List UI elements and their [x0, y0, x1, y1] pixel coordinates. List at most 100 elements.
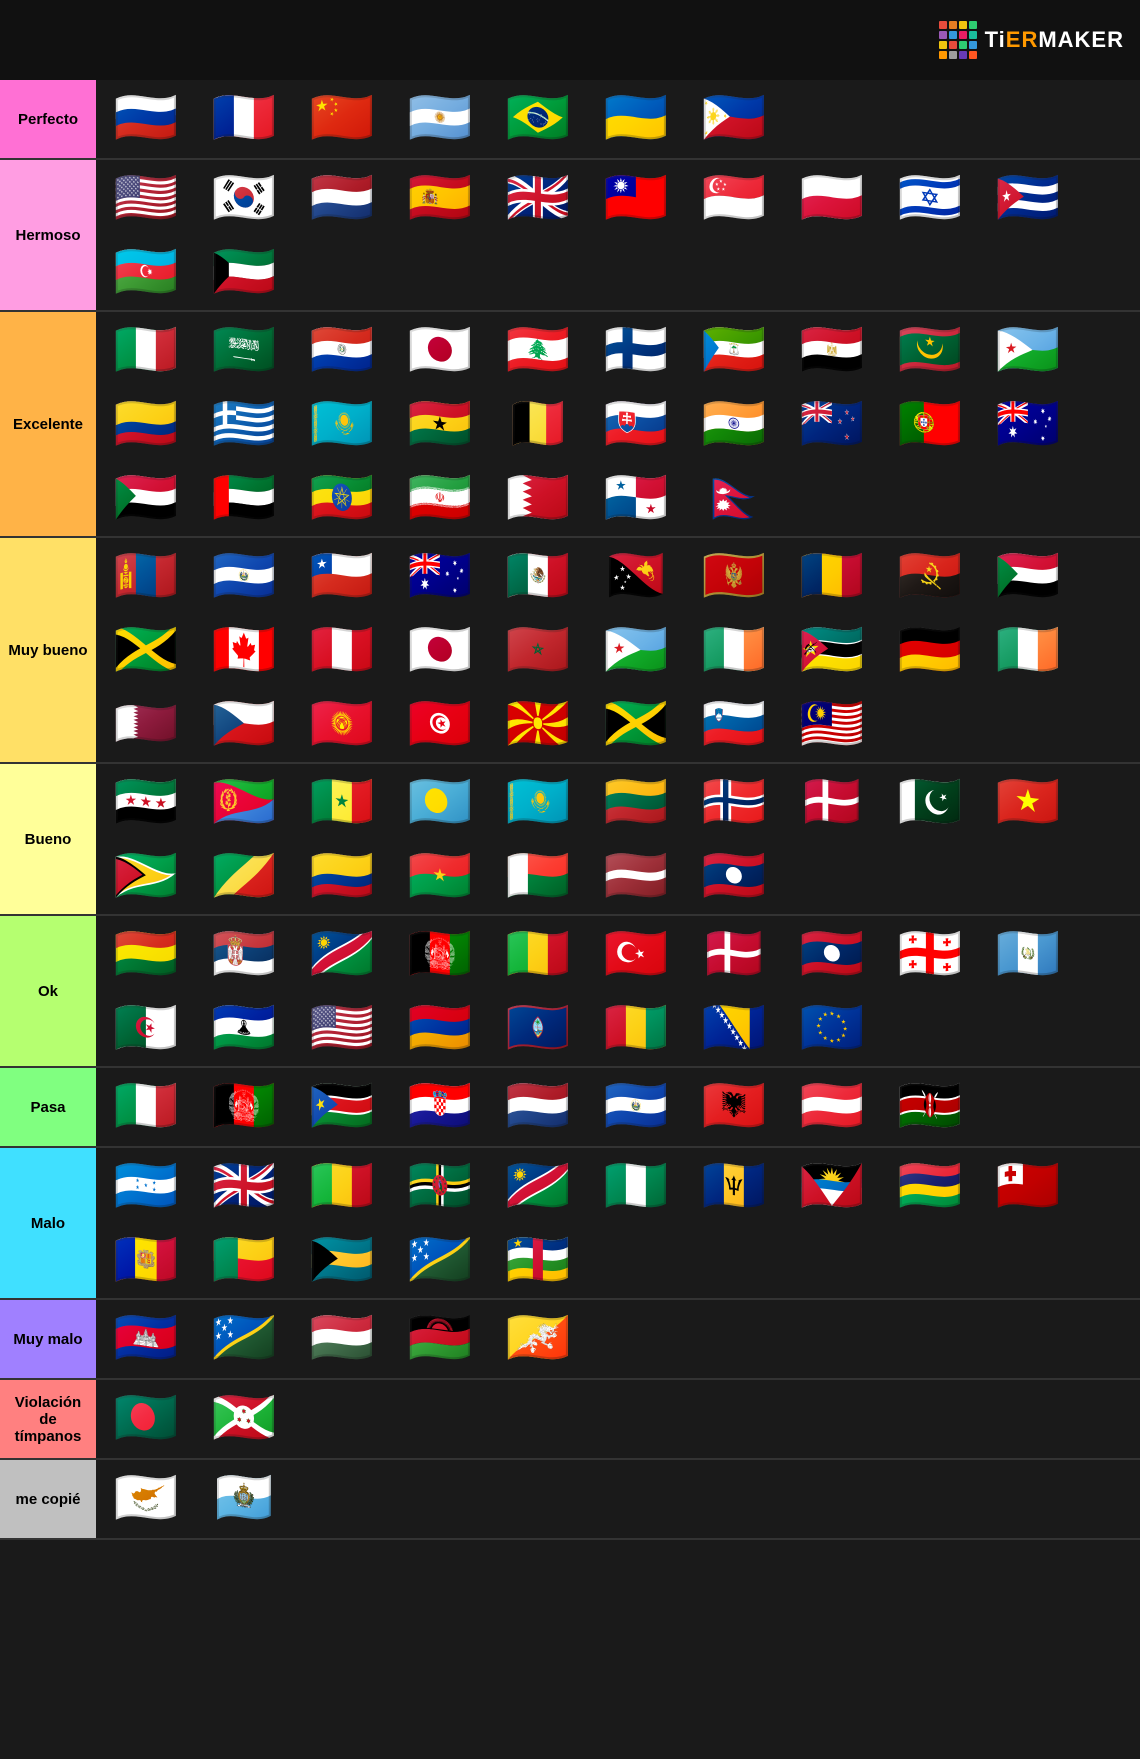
flag-cell[interactable]: 🇦🇫 — [392, 918, 488, 990]
flag-cell[interactable]: 🇮🇷 — [392, 462, 488, 534]
flag-cell[interactable]: 🇸🇬 — [686, 162, 782, 234]
flag-cell[interactable]: 🇹🇳 — [392, 688, 488, 760]
flag-cell[interactable]: 🇲🇬 — [490, 840, 586, 912]
flag-cell[interactable]: 🇶🇦 — [98, 688, 194, 760]
flag-cell[interactable]: 🇰🇿 — [294, 388, 390, 460]
flag-cell[interactable]: 🇦🇲 — [392, 992, 488, 1064]
flag-cell[interactable]: 🇦🇬 — [784, 1150, 880, 1222]
flag-cell[interactable]: 🇮🇱 — [882, 162, 978, 234]
flag-cell[interactable]: 🇬🇶 — [686, 314, 782, 386]
flag-cell[interactable]: 🇵🇦 — [588, 462, 684, 534]
flag-cell[interactable]: 🇸🇻 — [588, 1070, 684, 1142]
flag-cell[interactable]: 🇭🇳 — [98, 1150, 194, 1222]
flag-cell[interactable]: 🇩🇪 — [882, 614, 978, 686]
flag-cell[interactable]: 🇱🇸 — [196, 992, 292, 1064]
flag-cell[interactable]: 🇲🇦 — [490, 614, 586, 686]
flag-cell[interactable]: 🇱🇦 — [784, 918, 880, 990]
flag-cell[interactable]: 🇸🇲 — [196, 1462, 292, 1534]
flag-cell[interactable]: 🇷🇸 — [196, 918, 292, 990]
flag-cell[interactable]: 🇬🇪 — [882, 918, 978, 990]
flag-cell[interactable]: 🇨🇾 — [98, 1462, 194, 1534]
flag-cell[interactable]: 🇮🇳 — [686, 388, 782, 460]
flag-cell[interactable]: 🇲🇪 — [686, 540, 782, 612]
flag-cell[interactable]: 🇪🇸 — [392, 162, 488, 234]
flag-cell[interactable]: 🇧🇦 — [686, 992, 782, 1064]
flag-cell[interactable]: 🇰🇿 — [490, 766, 586, 838]
flag-cell[interactable]: 🇦🇴 — [882, 540, 978, 612]
flag-cell[interactable]: 🇲🇳 — [98, 540, 194, 612]
flag-cell[interactable]: 🇸🇧 — [392, 1224, 488, 1296]
flag-cell[interactable]: 🇵🇬 — [588, 540, 684, 612]
flag-cell[interactable]: 🇧🇪 — [490, 388, 586, 460]
flag-cell[interactable]: 🇨🇱 — [294, 540, 390, 612]
flag-cell[interactable]: 🇪🇹 — [294, 462, 390, 534]
flag-cell[interactable]: 🇲🇼 — [392, 1302, 488, 1374]
flag-cell[interactable]: 🇬🇭 — [392, 388, 488, 460]
flag-cell[interactable]: 🇮🇹 — [98, 314, 194, 386]
flag-cell[interactable]: 🇪🇬 — [784, 314, 880, 386]
flag-cell[interactable]: 🇧🇩 — [98, 1382, 194, 1454]
flag-cell[interactable]: 🇰🇪 — [882, 1070, 978, 1142]
flag-cell[interactable]: 🇸🇧 — [196, 1302, 292, 1374]
flag-cell[interactable]: 🇫🇮 — [588, 314, 684, 386]
flag-cell[interactable]: 🇨🇴 — [98, 388, 194, 460]
flag-cell[interactable]: 🇦🇱 — [686, 1070, 782, 1142]
flag-cell[interactable]: 🇰🇭 — [98, 1302, 194, 1374]
flag-cell[interactable]: 🇨🇦 — [196, 614, 292, 686]
flag-cell[interactable]: 🇬🇺 — [490, 992, 586, 1064]
flag-cell[interactable]: 🇰🇷 — [196, 162, 292, 234]
flag-cell[interactable]: 🇧🇴 — [98, 918, 194, 990]
flag-cell[interactable]: 🇦🇪 — [196, 462, 292, 534]
flag-cell[interactable]: 🇲🇷 — [882, 314, 978, 386]
flag-cell[interactable]: 🇸🇰 — [588, 388, 684, 460]
flag-cell[interactable]: 🇺🇸 — [294, 992, 390, 1064]
flag-cell[interactable]: 🇵🇹 — [882, 388, 978, 460]
flag-cell[interactable]: 🇬🇧 — [196, 1150, 292, 1222]
flag-cell[interactable]: 🇰🇬 — [294, 688, 390, 760]
flag-cell[interactable]: 🇳🇦 — [294, 918, 390, 990]
flag-cell[interactable]: 🇬🇾 — [98, 840, 194, 912]
flag-cell[interactable]: 🇩🇯 — [980, 314, 1076, 386]
flag-cell[interactable]: 🇺🇦 — [588, 82, 684, 154]
flag-cell[interactable]: 🇳🇬 — [588, 1150, 684, 1222]
flag-cell[interactable]: 🇦🇩 — [98, 1224, 194, 1296]
flag-cell[interactable]: 🇦🇺 — [980, 388, 1076, 460]
flag-cell[interactable]: 🇦🇫 — [196, 1070, 292, 1142]
flag-cell[interactable]: 🇭🇷 — [392, 1070, 488, 1142]
flag-cell[interactable]: 🇸🇸 — [294, 1070, 390, 1142]
flag-cell[interactable]: 🇪🇷 — [196, 766, 292, 838]
flag-cell[interactable]: 🇸🇮 — [686, 688, 782, 760]
flag-cell[interactable]: 🇹🇷 — [588, 918, 684, 990]
flag-cell[interactable]: 🇨🇿 — [196, 688, 292, 760]
flag-cell[interactable]: 🇧🇧 — [686, 1150, 782, 1222]
flag-cell[interactable]: 🇧🇫 — [392, 840, 488, 912]
flag-cell[interactable]: 🇬🇧 — [490, 162, 586, 234]
flag-cell[interactable]: 🇩🇰 — [686, 918, 782, 990]
flag-cell[interactable]: 🇧🇮 — [196, 1382, 292, 1454]
flag-cell[interactable]: 🇱🇻 — [588, 840, 684, 912]
flag-cell[interactable]: 🇨🇳 — [294, 82, 390, 154]
flag-cell[interactable]: 🇵🇪 — [294, 614, 390, 686]
flag-cell[interactable]: 🇲🇾 — [784, 688, 880, 760]
flag-cell[interactable]: 🇦🇿 — [98, 236, 194, 308]
flag-cell[interactable]: 🇲🇱 — [294, 1150, 390, 1222]
flag-cell[interactable]: 🇧🇯 — [196, 1224, 292, 1296]
flag-cell[interactable]: 🇪🇺 — [784, 992, 880, 1064]
flag-cell[interactable]: 🇺🇸 — [98, 162, 194, 234]
flag-cell[interactable]: 🇵🇾 — [294, 314, 390, 386]
flag-cell[interactable]: 🇲🇱 — [490, 918, 586, 990]
flag-cell[interactable]: 🇷🇺 — [98, 82, 194, 154]
flag-cell[interactable]: 🇬🇳 — [588, 992, 684, 1064]
flag-cell[interactable]: 🇳🇿 — [784, 388, 880, 460]
flag-cell[interactable]: 🇳🇱 — [490, 1070, 586, 1142]
flag-cell[interactable]: 🇩🇰 — [784, 766, 880, 838]
flag-cell[interactable]: 🇧🇹 — [490, 1302, 586, 1374]
flag-cell[interactable]: 🇲🇽 — [490, 540, 586, 612]
flag-cell[interactable]: 🇮🇪 — [686, 614, 782, 686]
flag-cell[interactable]: 🇦🇺 — [392, 540, 488, 612]
flag-cell[interactable]: 🇰🇼 — [196, 236, 292, 308]
flag-cell[interactable]: 🇬🇷 — [196, 388, 292, 460]
flag-cell[interactable]: 🇯🇵 — [392, 314, 488, 386]
flag-cell[interactable]: 🇫🇷 — [196, 82, 292, 154]
flag-cell[interactable]: 🇵🇱 — [784, 162, 880, 234]
